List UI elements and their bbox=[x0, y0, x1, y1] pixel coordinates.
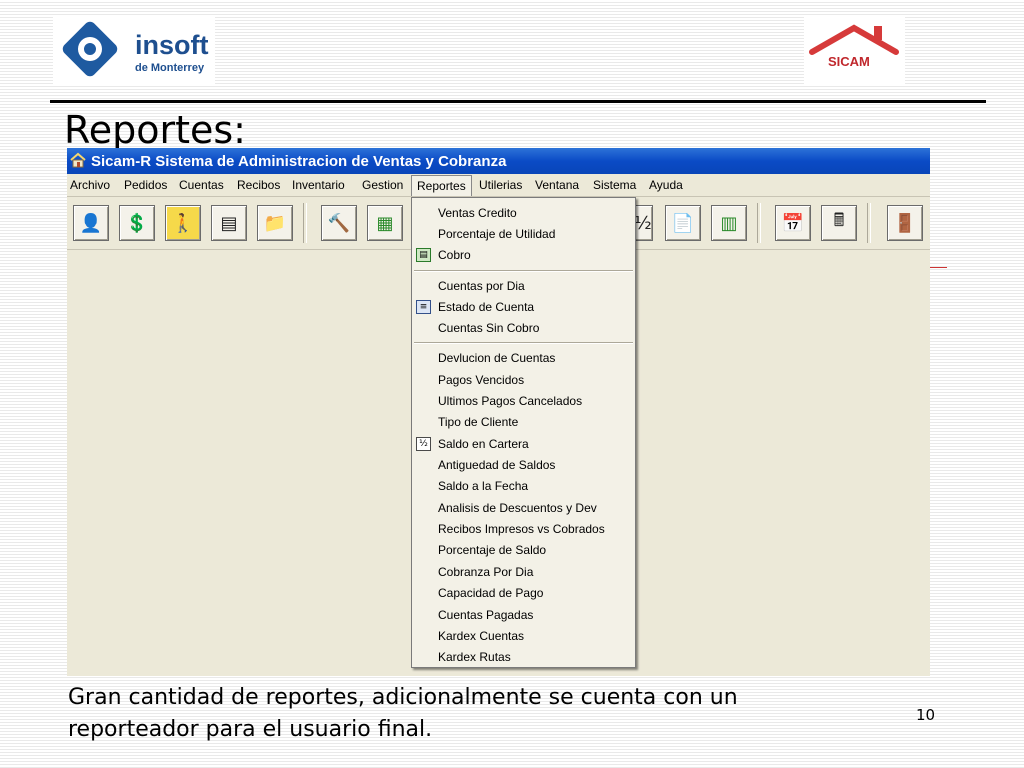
reportes-dropdown: Ventas Credito Porcentaje de Utilidad ▤ … bbox=[411, 197, 636, 668]
slide-caption: Gran cantidad de reportes, adicionalment… bbox=[68, 685, 738, 742]
schedule-button[interactable]: ½ bbox=[633, 205, 653, 241]
menu-item-saldo-en-cartera[interactable]: Saldo en Cartera bbox=[438, 437, 529, 451]
exit-button[interactable]: 🚪 bbox=[887, 205, 923, 241]
menu-ventana[interactable]: Ventana bbox=[535, 178, 579, 192]
menu-item-porcentaje-de-saldo[interactable]: Porcentaje de Saldo bbox=[438, 543, 546, 557]
menu-recibos[interactable]: Recibos bbox=[237, 178, 280, 192]
insoft-logo-subtext: de Monterrey bbox=[135, 62, 205, 74]
menu-inventario[interactable]: Inventario bbox=[292, 178, 345, 192]
customer-button[interactable]: 👤 bbox=[73, 205, 109, 241]
title-divider bbox=[50, 100, 986, 103]
folder-icon: 📁 bbox=[263, 212, 287, 234]
menu-item-porcentaje-utilidad[interactable]: Porcentaje de Utilidad bbox=[438, 227, 555, 241]
slide-title: Reportes: bbox=[64, 108, 246, 152]
receipt-icon: ▤ bbox=[220, 212, 238, 234]
sicam-logo-text: SICAM bbox=[828, 54, 870, 69]
exit-door-icon: 🚪 bbox=[893, 212, 917, 234]
menu-item-cuentas-sin-cobro[interactable]: Cuentas Sin Cobro bbox=[438, 321, 539, 335]
toolbar-separator bbox=[867, 203, 871, 243]
menu-ayuda[interactable]: Ayuda bbox=[649, 178, 683, 192]
menu-item-capacidad-de-pago[interactable]: Capacidad de Pago bbox=[438, 586, 543, 600]
sheet-button[interactable]: ▥ bbox=[711, 205, 747, 241]
window-title: Sicam-R Sistema de Administracion de Ven… bbox=[91, 153, 507, 170]
menu-cuentas[interactable]: Cuentas bbox=[179, 178, 224, 192]
insoft-logo-text: insoft bbox=[135, 30, 209, 60]
document-icon: 📄 bbox=[671, 212, 695, 234]
menu-separator bbox=[414, 342, 633, 344]
calendar-button[interactable]: 📅 bbox=[775, 205, 811, 241]
menu-item-kardex-rutas[interactable]: Kardex Rutas bbox=[438, 650, 511, 664]
menu-gestion[interactable]: Gestion bbox=[362, 178, 403, 192]
menu-reportes[interactable]: Reportes bbox=[411, 175, 472, 196]
toolbar-separator bbox=[303, 203, 307, 243]
menu-bar: Archivo Pedidos Cuentas Recibos Inventar… bbox=[67, 174, 930, 197]
menu-sistema[interactable]: Sistema bbox=[593, 178, 636, 192]
menu-item-antiguedad-de-saldos[interactable]: Antiguedad de Saldos bbox=[438, 458, 555, 472]
green-sheet-icon: ▤ bbox=[416, 248, 431, 262]
calendar-icon: 📅 bbox=[781, 212, 805, 234]
menu-item-cobro[interactable]: Cobro bbox=[438, 248, 471, 262]
calculator-icon: 🖩 bbox=[833, 210, 845, 231]
red-underline-mark bbox=[930, 267, 947, 268]
menu-item-analisis-descuentos[interactable]: Analisis de Descuentos y Dev bbox=[438, 501, 597, 515]
payments-icon: 💲 bbox=[125, 212, 149, 234]
customer-icon: 👤 bbox=[79, 212, 103, 234]
menu-item-cuentas-por-dia[interactable]: Cuentas por Dia bbox=[438, 279, 525, 293]
balance-icon: ½ bbox=[416, 437, 431, 451]
menu-pedidos[interactable]: Pedidos bbox=[124, 178, 167, 192]
toolbar-separator bbox=[757, 203, 761, 243]
ledger-icon: ▦ bbox=[376, 212, 394, 234]
document-button[interactable]: 📄 bbox=[665, 205, 701, 241]
insoft-logo-icon bbox=[60, 19, 120, 79]
sheet-icon: ▥ bbox=[720, 212, 738, 234]
hammer-button[interactable]: 🔨 bbox=[321, 205, 357, 241]
menu-item-devlucion-de-cuentas[interactable]: Devlucion de Cuentas bbox=[438, 351, 555, 365]
menu-item-saldo-a-la-fecha[interactable]: Saldo a la Fecha bbox=[438, 479, 528, 493]
home-icon bbox=[70, 152, 86, 168]
receipt-button[interactable]: ▤ bbox=[211, 205, 247, 241]
menu-archivo[interactable]: Archivo bbox=[70, 178, 110, 192]
schedule-icon: ½ bbox=[634, 212, 652, 234]
menu-item-recibos-impresos[interactable]: Recibos Impresos vs Cobrados bbox=[438, 522, 605, 536]
statement-icon: ≡ bbox=[416, 300, 431, 314]
menu-item-tipo-de-cliente[interactable]: Tipo de Cliente bbox=[438, 415, 518, 429]
ledger-button[interactable]: ▦ bbox=[367, 205, 403, 241]
menu-item-pagos-vencidos[interactable]: Pagos Vencidos bbox=[438, 373, 524, 387]
sicam-logo: SICAM bbox=[804, 16, 905, 86]
menu-item-ventas-credito[interactable]: Ventas Credito bbox=[438, 206, 517, 220]
window-titlebar[interactable]: Sicam-R Sistema de Administracion de Ven… bbox=[67, 148, 930, 174]
hammer-icon: 🔨 bbox=[327, 212, 351, 234]
menu-item-cobranza-por-dia[interactable]: Cobranza Por Dia bbox=[438, 565, 533, 579]
folder-button[interactable]: 📁 bbox=[257, 205, 293, 241]
menu-item-cuentas-pagadas[interactable]: Cuentas Pagadas bbox=[438, 608, 533, 622]
menu-item-kardex-cuentas[interactable]: Kardex Cuentas bbox=[438, 629, 524, 643]
menu-item-ultimos-pagos-cancelados[interactable]: Ultimos Pagos Cancelados bbox=[438, 394, 582, 408]
menu-separator bbox=[414, 270, 633, 272]
collector-button[interactable]: 🚶 bbox=[165, 205, 201, 241]
payments-button[interactable]: 💲 bbox=[119, 205, 155, 241]
menu-item-estado-de-cuenta[interactable]: Estado de Cuenta bbox=[438, 300, 534, 314]
collector-icon: 🚶 bbox=[171, 212, 195, 234]
calculator-button[interactable]: 🖩 bbox=[821, 205, 857, 241]
menu-utilerias[interactable]: Utilerias bbox=[479, 178, 522, 192]
insoft-logo: insoft de Monterrey bbox=[53, 16, 215, 86]
page-number: 10 bbox=[916, 706, 936, 724]
